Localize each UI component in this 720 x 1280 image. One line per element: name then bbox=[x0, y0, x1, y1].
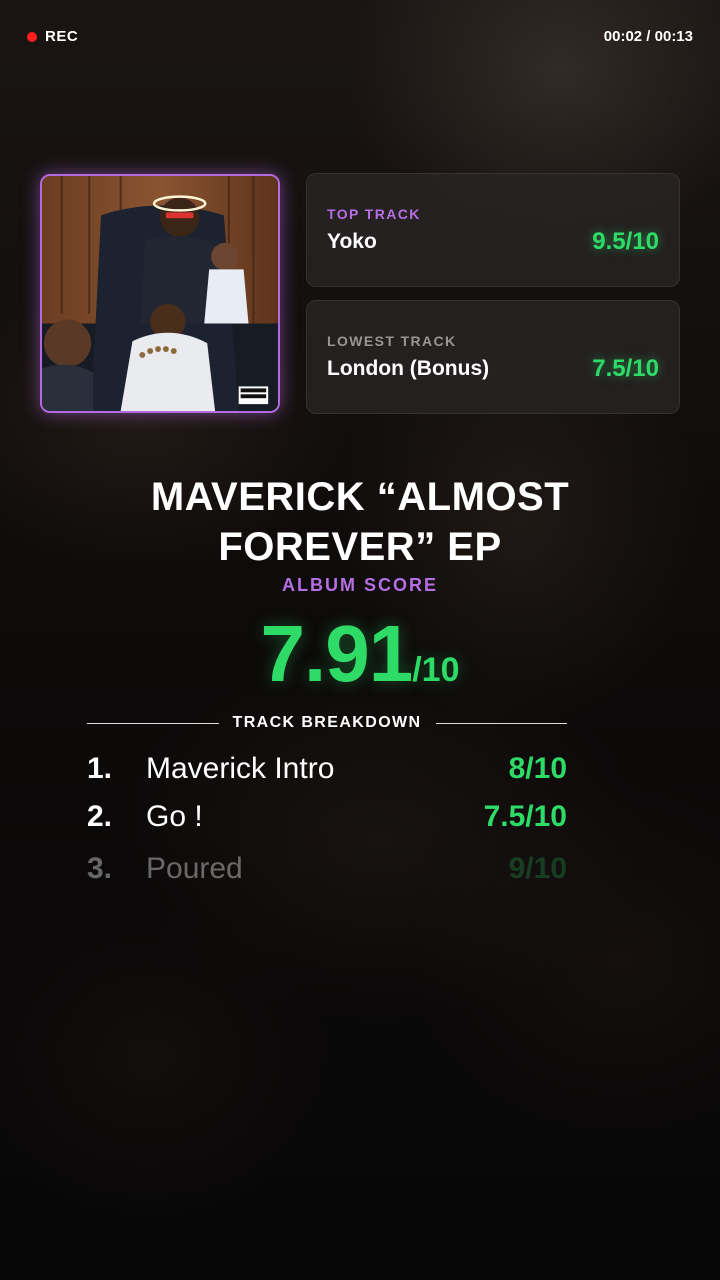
record-dot-icon bbox=[27, 31, 37, 42]
lowest-track-label: LOWEST TRACK bbox=[327, 333, 457, 349]
track-name: Go ! bbox=[146, 800, 203, 833]
lowest-track-score: 7.5/10 bbox=[592, 355, 659, 382]
review-overlay: REC 00:02 / 00:13 TOP TRACK Yoko 9.5/10 … bbox=[0, 0, 720, 1280]
track-name: Poured bbox=[146, 852, 243, 885]
lowest-track-name: London (Bonus) bbox=[327, 357, 490, 380]
divider-line-left bbox=[87, 722, 219, 724]
track-row: 2. Go ! 7.5/10 bbox=[87, 800, 567, 840]
track-number: 2. bbox=[87, 800, 113, 833]
track-name: Maverick Intro bbox=[146, 752, 335, 785]
track-number: 1. bbox=[87, 752, 113, 785]
album-score-label: ALBUM SCORE bbox=[282, 575, 438, 595]
top-track-score: 9.5/10 bbox=[592, 228, 659, 255]
album-cover-illustration bbox=[42, 176, 278, 411]
album-title: MAVERICK “ALMOST FOREVER” EP bbox=[150, 475, 570, 569]
album-score-denominator: /10 bbox=[412, 651, 460, 689]
track-score: 8/10 bbox=[508, 752, 567, 785]
top-track-card: TOP TRACK Yoko 9.5/10 bbox=[306, 173, 680, 287]
album-score-value: 7.91 bbox=[260, 609, 414, 698]
track-score: 7.5/10 bbox=[483, 800, 567, 833]
recording-indicator: REC bbox=[27, 28, 78, 45]
lowest-track-card: LOWEST TRACK London (Bonus) 7.5/10 bbox=[306, 300, 680, 414]
track-row: 1. Maverick Intro 8/10 bbox=[87, 752, 567, 792]
top-track-label: TOP TRACK bbox=[327, 206, 421, 222]
divider-line-right bbox=[435, 722, 568, 724]
album-cover-image bbox=[40, 174, 280, 413]
top-track-name: Yoko bbox=[327, 230, 377, 253]
track-number: 3. bbox=[87, 852, 113, 885]
track-row: 3. Poured 9/10 bbox=[87, 852, 567, 892]
track-breakdown-heading: TRACK BREAKDOWN bbox=[232, 714, 422, 731]
recording-timer: 00:02 / 00:13 bbox=[603, 28, 693, 45]
album-score: 7.91/10 bbox=[0, 608, 720, 700]
rec-label: REC bbox=[45, 28, 79, 45]
track-breakdown-header: TRACK BREAKDOWN bbox=[87, 714, 568, 732]
track-score: 9/10 bbox=[508, 852, 567, 885]
